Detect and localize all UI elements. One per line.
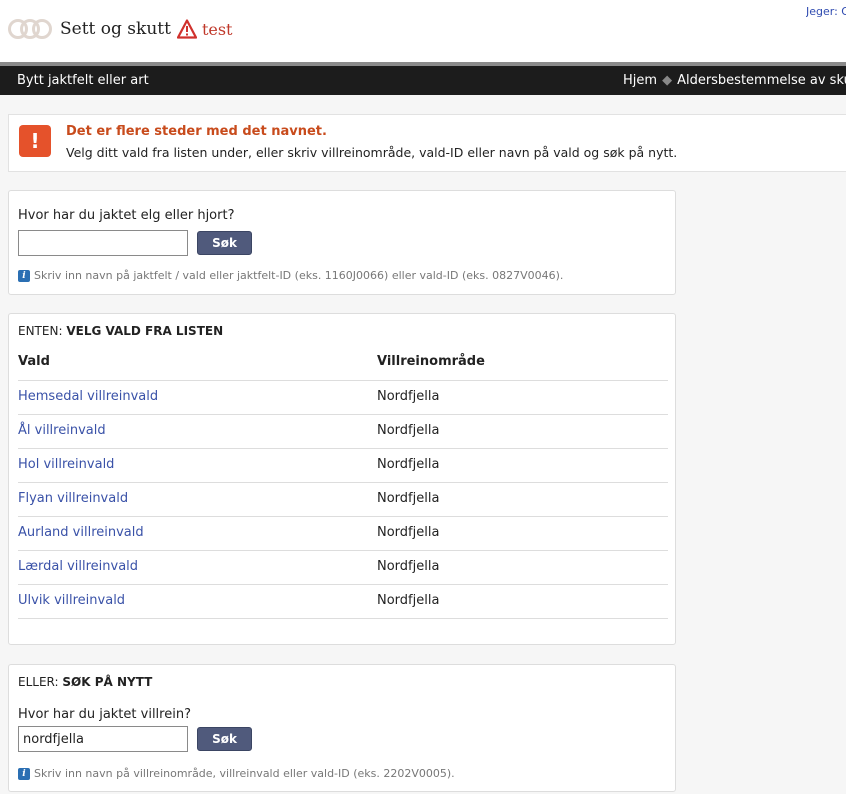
villreinomrade-cell: Nordfjella bbox=[377, 491, 440, 506]
table-row: Ål villreinvald Nordfjella bbox=[18, 414, 668, 449]
table-row: Flyan villreinvald Nordfjella bbox=[18, 482, 668, 517]
section-title-text: SØK PÅ NYTT bbox=[62, 675, 153, 689]
search-button[interactable]: Søk bbox=[197, 231, 252, 255]
section-title-prefix: ELLER: bbox=[18, 675, 59, 689]
environment-label: test bbox=[201, 19, 233, 39]
warning-triangle-icon bbox=[176, 19, 197, 39]
vald-link[interactable]: Ulvik villreinvald bbox=[18, 593, 125, 608]
navbar: Bytt jaktfelt eller art Hjem ◆ Aldersbeste… bbox=[0, 66, 846, 95]
search-button[interactable]: Søk bbox=[197, 727, 252, 751]
alert-text: Velg ditt vald fra listen under, eller s… bbox=[66, 145, 678, 160]
section-title-text: VELG VALD FRA LISTEN bbox=[66, 324, 224, 338]
search-hint: i Skriv inn navn på jaktfelt / vald elle… bbox=[18, 269, 563, 282]
search-hint-text: Skriv inn navn på villreinområde, villre… bbox=[34, 767, 455, 780]
elk-deer-search-input[interactable] bbox=[18, 230, 188, 256]
nav-menu: Hjem ◆ Aldersbestemmelse av sku bbox=[623, 73, 846, 88]
villrein-search-input[interactable] bbox=[18, 726, 188, 752]
table-row: Ulvik villreinvald Nordfjella bbox=[18, 584, 668, 619]
villreinomrade-cell: Nordfjella bbox=[377, 457, 440, 472]
vald-link[interactable]: Aurland villreinvald bbox=[18, 525, 144, 540]
logo[interactable]: Sett og skutt test bbox=[8, 19, 232, 39]
new-search-panel: ELLER: SØK PÅ NYTT Hvor har du jaktet vi… bbox=[8, 664, 676, 792]
nav-separator-icon: ◆ bbox=[662, 73, 673, 88]
vald-list-panel: ENTEN: VELG VALD FRA LISTEN Vald Villrei… bbox=[8, 313, 676, 645]
villreinomrade-cell: Nordfjella bbox=[377, 423, 440, 438]
alert-title: Det er flere steder med det navnet. bbox=[66, 124, 327, 139]
section-title: ELLER: SØK PÅ NYTT bbox=[18, 675, 152, 689]
villreinomrade-cell: Nordfjella bbox=[377, 389, 440, 404]
vald-link[interactable]: Flyan villreinvald bbox=[18, 491, 128, 506]
table-row: Lærdal villreinvald Nordfjella bbox=[18, 550, 668, 585]
site-header: Sett og skutt test Jeger: Oslo bbox=[0, 0, 846, 62]
rings-icon bbox=[8, 19, 52, 39]
table-row: Hol villreinvald Nordfjella bbox=[18, 448, 668, 483]
table-row: Hemsedal villreinvald Nordfjella bbox=[18, 380, 668, 415]
search-hint: i Skriv inn navn på villreinområde, vill… bbox=[18, 767, 455, 780]
vald-link[interactable]: Lærdal villreinvald bbox=[18, 559, 138, 574]
search-label: Hvor har du jaktet elg eller hjort? bbox=[18, 208, 235, 223]
alert-box: ! Det er flere steder med det navnet. Ve… bbox=[8, 114, 846, 172]
table-row: Aurland villreinvald Nordfjella bbox=[18, 516, 668, 551]
column-header-villreinomrade: Villreinområde bbox=[377, 354, 485, 369]
villreinomrade-cell: Nordfjella bbox=[377, 593, 440, 608]
exclamation-icon: ! bbox=[19, 125, 51, 157]
table-header: Vald Villreinområde bbox=[18, 354, 668, 381]
user-link[interactable]: Jeger: Oslo bbox=[806, 5, 846, 18]
elk-deer-search-panel: Hvor har du jaktet elg eller hjort? Søk … bbox=[8, 190, 676, 295]
vald-link[interactable]: Hemsedal villreinvald bbox=[18, 389, 158, 404]
nav-age-determination-link[interactable]: Aldersbestemmelse av sku bbox=[677, 73, 846, 88]
brand-name: Sett og skutt bbox=[60, 19, 171, 39]
info-icon: i bbox=[18, 269, 30, 282]
search-hint-text: Skriv inn navn på jaktfelt / vald eller … bbox=[34, 269, 564, 282]
vald-link[interactable]: Ål villreinvald bbox=[18, 423, 106, 438]
section-title: ENTEN: VELG VALD FRA LISTEN bbox=[18, 324, 223, 338]
villreinomrade-cell: Nordfjella bbox=[377, 559, 440, 574]
column-header-vald: Vald bbox=[18, 354, 50, 369]
vald-link[interactable]: Hol villreinvald bbox=[18, 457, 114, 472]
nav-home-link[interactable]: Hjem bbox=[623, 73, 657, 88]
section-title-prefix: ENTEN: bbox=[18, 324, 63, 338]
info-icon: i bbox=[18, 767, 30, 780]
villreinomrade-cell: Nordfjella bbox=[377, 525, 440, 540]
search-label: Hvor har du jaktet villrein? bbox=[18, 707, 191, 722]
change-hunting-field-link[interactable]: Bytt jaktfelt eller art bbox=[17, 73, 149, 88]
